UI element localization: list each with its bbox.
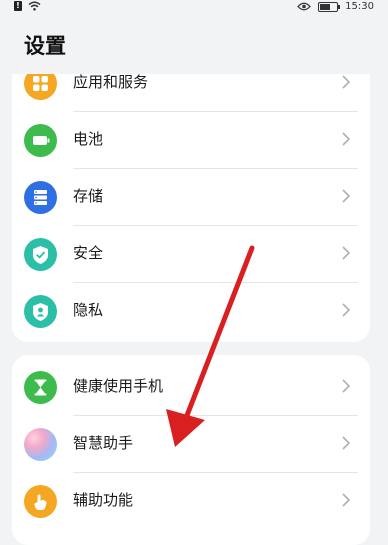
status-bar: ! 15:30 (0, 0, 388, 16)
settings-item-label: 电池 (73, 130, 104, 148)
battery-icon (24, 124, 57, 157)
apps-icon (24, 74, 57, 100)
settings-item-smart-assistant[interactable]: 智慧助手 (12, 416, 370, 473)
settings-item-privacy[interactable]: 隐私 (12, 283, 370, 340)
settings-item-label: 健康使用手机 (73, 377, 164, 395)
settings-item-label: 存储 (73, 187, 104, 205)
page-title: 设置 (24, 34, 66, 58)
shield-check-icon (24, 238, 57, 271)
hand-icon (24, 485, 57, 518)
settings-item-label: 安全 (73, 244, 104, 262)
settings-item-accessibility[interactable]: 辅助功能 (12, 473, 370, 530)
settings-item-storage[interactable]: 存储 (12, 169, 370, 226)
settings-group-1: 应用和服务 电池 存储 安全 隐私 (12, 74, 370, 342)
chevron-right-icon (342, 303, 351, 317)
chevron-right-icon (342, 493, 351, 507)
settings-group-2: 健康使用手机 智慧助手 辅助功能 (12, 355, 370, 545)
chevron-right-icon (342, 189, 351, 203)
settings-item-label: 隐私 (73, 301, 104, 319)
chevron-right-icon (342, 246, 351, 260)
settings-item-label: 智慧助手 (73, 434, 134, 452)
eye-comfort-icon (297, 2, 311, 11)
settings-item-apps-services[interactable]: 应用和服务 (12, 74, 370, 112)
wifi-icon (28, 1, 41, 11)
assistant-orb-icon (24, 428, 57, 461)
settings-item-security[interactable]: 安全 (12, 226, 370, 283)
battery-status-icon (318, 1, 341, 12)
chevron-right-icon (342, 379, 351, 393)
notification-alert-icon: ! (14, 1, 22, 11)
hourglass-icon (24, 371, 57, 404)
settings-item-label: 辅助功能 (73, 491, 134, 509)
settings-item-battery[interactable]: 电池 (12, 112, 370, 169)
storage-icon (24, 181, 57, 214)
chevron-right-icon (342, 436, 351, 450)
chevron-right-icon (342, 75, 351, 89)
settings-item-digital-balance[interactable]: 健康使用手机 (12, 359, 370, 416)
status-time: 15:30 (345, 1, 374, 12)
chevron-right-icon (342, 132, 351, 146)
settings-item-label: 应用和服务 (73, 74, 149, 91)
privacy-shield-icon (24, 295, 57, 328)
